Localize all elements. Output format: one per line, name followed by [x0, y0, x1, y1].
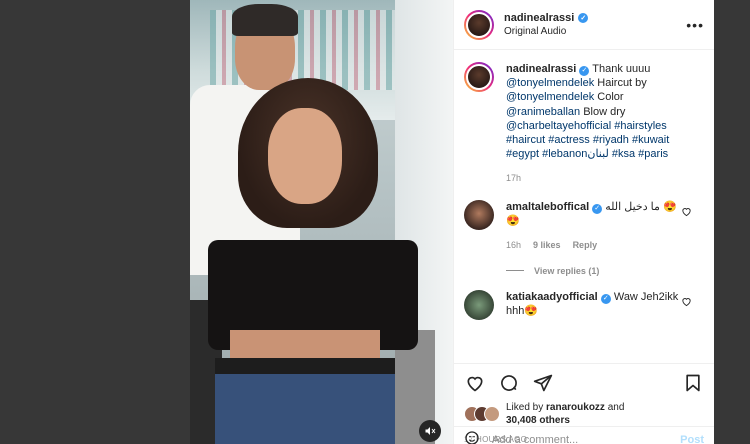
post-button[interactable]: Post	[680, 434, 704, 444]
caption-tag-link[interactable]: #riyadh	[593, 134, 629, 146]
comment-username[interactable]: katiakaadyofficial	[506, 291, 598, 303]
comments-section: nadinealrassi ✓ Thank uuuu @tonyelmendel…	[454, 50, 714, 363]
caption-tag-link[interactable]: #hairstyles	[614, 120, 667, 132]
caption-text-part: Haircut by	[594, 77, 647, 90]
replies-divider	[506, 270, 524, 272]
heart-icon[interactable]	[464, 372, 486, 394]
view-replies-label: View replies (1)	[534, 265, 600, 276]
emoji-icon[interactable]	[464, 430, 480, 444]
woman-belt	[215, 358, 395, 374]
post-side-panel: nadinealrassi ✓ Original Audio ••• nadin…	[453, 0, 714, 444]
comment-heart-icon[interactable]	[681, 296, 692, 310]
caption-tag-link[interactable]: #kuwait	[632, 134, 669, 146]
avatar[interactable]	[464, 9, 494, 40]
liker-avatars	[464, 406, 500, 422]
avatar[interactable]	[464, 62, 494, 92]
liked-by-prefix: Liked by	[506, 402, 547, 413]
comment-meta: 16h 9 likes Reply	[506, 238, 686, 252]
caption-tag-link[interactable]: #egypt	[506, 148, 539, 160]
reply-button[interactable]: Reply	[573, 238, 598, 252]
caption-text: Thank uuuu @tonyelmendelek Haircut by @t…	[506, 63, 669, 160]
caption-tag-link[interactable]: @charbeltayehofficial	[506, 120, 611, 132]
post-video[interactable]	[190, 0, 453, 444]
avatar[interactable]	[464, 289, 494, 320]
caption-tag-link[interactable]: @tonyelmendelek	[506, 91, 594, 103]
caption-tag-link[interactable]: #ksa	[612, 148, 635, 160]
caption-tag-link[interactable]: #actress	[548, 134, 590, 146]
comment-body: amaltaleboffical ✓ ما دخيل الله 😍😍 16h 9…	[506, 200, 686, 252]
bookmark-icon[interactable]	[682, 372, 704, 394]
caption-tag-link[interactable]: #haircut	[506, 134, 545, 146]
comment-icon[interactable]	[498, 372, 520, 394]
caption-tag-link[interactable]: #paris	[638, 148, 668, 160]
liked-by-user[interactable]: ranaroukozz	[546, 402, 605, 413]
view-replies-button[interactable]: View replies (1)	[506, 266, 704, 276]
woman-midriff	[230, 330, 380, 360]
caption-username[interactable]: nadinealrassi	[506, 63, 576, 75]
post-actions	[454, 363, 714, 401]
avatar[interactable]	[484, 406, 500, 422]
woman-face	[268, 108, 342, 204]
liked-by-and: and	[604, 402, 625, 413]
avatar[interactable]	[464, 199, 494, 230]
author-username[interactable]: nadinealrassi	[504, 12, 574, 24]
post-modal: nadinealrassi ✓ Original Audio ••• nadin…	[190, 0, 714, 444]
caption-text-part: Blow dry	[580, 105, 626, 118]
add-comment-bar: Post	[454, 426, 714, 444]
liked-by-others[interactable]: 30,408 others	[506, 415, 570, 426]
share-icon[interactable]	[532, 372, 554, 394]
comment-input[interactable]	[492, 433, 681, 444]
comment-username[interactable]: amaltaleboffical	[506, 201, 589, 213]
comment-body: katiakaadyofficial ✓ Waw Jeh2ikk hhh😍	[506, 290, 686, 320]
verified-icon: ✓	[578, 13, 589, 23]
caption-body: nadinealrassi ✓ Thank uuuu @tonyelmendel…	[506, 62, 696, 186]
caption-text-part: Color	[594, 91, 624, 104]
comment-time[interactable]: 16h	[506, 238, 521, 252]
audio-label[interactable]: Original Audio	[504, 26, 686, 37]
post-header: nadinealrassi ✓ Original Audio •••	[454, 0, 714, 50]
stylist-hair	[232, 4, 298, 36]
caption: nadinealrassi ✓ Thank uuuu @tonyelmendel…	[464, 62, 704, 186]
mute-icon[interactable]	[419, 420, 441, 442]
verified-icon: ✓	[600, 293, 611, 304]
comment-heart-icon[interactable]	[681, 206, 692, 220]
caption-tag-link[interactable]: @ranimeballan	[506, 106, 580, 118]
verified-icon: ✓	[579, 66, 590, 77]
comment-item: amaltaleboffical ✓ ما دخيل الله 😍😍 16h 9…	[464, 199, 704, 252]
comment-item: katiakaadyofficial ✓ Waw Jeh2ikk hhh😍	[464, 289, 704, 320]
caption-tag-link[interactable]: #lebanonلبنان	[542, 148, 609, 160]
caption-tag-link[interactable]: @tonyelmendelek	[506, 77, 594, 89]
likes-text: Liked by ranaroukozz and 30,408 others	[506, 401, 624, 427]
caption-text-part: Thank uuuu	[592, 63, 651, 75]
comment-likes[interactable]: 9 likes	[533, 238, 561, 252]
likes-summary: Liked by ranaroukozz and 30,408 others	[454, 401, 714, 427]
post-author: nadinealrassi ✓ Original Audio	[504, 12, 686, 37]
more-icon[interactable]: •••	[686, 17, 704, 33]
verified-icon: ✓	[592, 203, 603, 214]
caption-time[interactable]: 17h	[506, 171, 696, 185]
